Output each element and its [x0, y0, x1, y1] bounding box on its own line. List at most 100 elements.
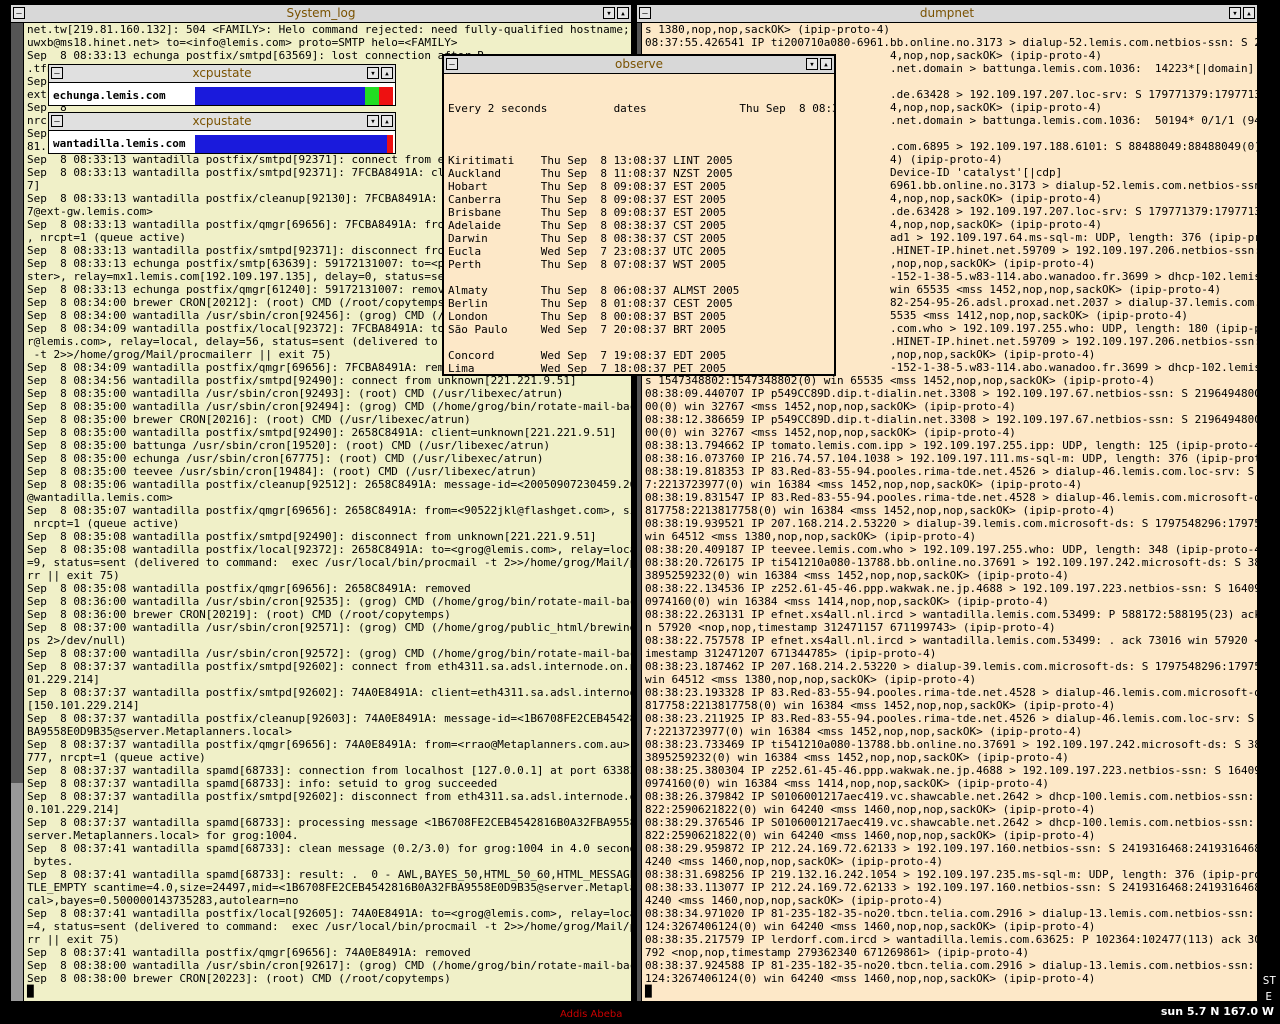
terminal-line: 08:38:35.217579 IP lerdorf.com.ircd > wa…	[645, 933, 1257, 946]
terminal-line: Sep 8 08:38:00 wantadilla /usr/sbin/cron…	[27, 959, 631, 972]
terminal-line: Darwin Thu Sep 8 08:38:37 CST 2005	[448, 232, 727, 245]
terminal-line: Sep 8 08:37:00 wantadilla /usr/sbin/cron…	[27, 621, 631, 634]
system-log-titlebar[interactable]: ― System_log ▾ ▴	[11, 5, 631, 23]
terminal-line: 0974160(0) win 16384 <mss 1414,nop,nop,s…	[645, 777, 1049, 790]
terminal-line: São Paulo Wed Sep 7 20:08:37 BRT 2005	[448, 323, 727, 336]
observe-output[interactable]: Every 2 seconds dates Thu Sep 8 08:38:37…	[446, 76, 834, 374]
terminal-line: Sep 8 08:36:00 wantadilla /usr/sbin/cron…	[27, 595, 631, 608]
terminal-line: Hobart Thu Sep 8 09:08:37 EST 2005	[448, 180, 727, 193]
terminal-line: 792 <nop,nop,timestamp 279362340 6712698…	[645, 946, 1030, 959]
terminal-line: TLE_EMPTY scantime=4.0,size=24497,mid=<1…	[27, 881, 631, 894]
terminal-line: Auckland Thu Sep 8 11:08:37 NZST 2005	[448, 167, 733, 180]
terminal-line: Sep 8 08:37:41 wantadilla spamd[68733]: …	[27, 842, 631, 855]
terminal-line: Sep 8 08:37:41 wantadilla spamd[68733]: …	[27, 868, 631, 881]
cpustate-titlebar[interactable]: ― xcpustate ▾ ▴	[49, 113, 395, 131]
terminal-line: 08:38:23.211925 IP 83.Red-83-55-94.poole…	[645, 712, 1257, 725]
maximize-icon[interactable]: ▴	[1243, 7, 1255, 19]
terminal-line: bytes.	[27, 855, 74, 868]
window-title: xcpustate	[192, 114, 252, 128]
window-title: dumpnet	[919, 6, 975, 20]
terminal-line: 08:38:23.733469 IP ti541210a080-13788.bb…	[645, 738, 1257, 751]
terminal-line: Canberra Thu Sep 8 09:08:37 EST 2005	[448, 193, 727, 206]
terminal-line: 08:38:23.193328 IP 83.Red-83-55-94.poole…	[645, 686, 1257, 699]
terminal-line: net.tw[219.81.160.132]: 504 <FAMILY>: He…	[27, 23, 631, 36]
cpustate-window-wantadilla[interactable]: ― xcpustate ▾ ▴ wantadilla.lemis.com	[48, 112, 396, 154]
maximize-icon[interactable]: ▴	[381, 67, 393, 79]
observe-window[interactable]: ― observe ▾ ▴ Every 2 seconds dates Thu …	[442, 54, 836, 376]
dumpnet-titlebar[interactable]: ― dumpnet ▾ ▴	[637, 5, 1257, 23]
window-title: xcpustate	[192, 66, 252, 80]
terminal-line: 08:38:25.380304 IP z252.61-45-46.ppp.wak…	[645, 764, 1257, 777]
terminal-line: 7:2213723977(0) win 16384 <mss 1452,nop,…	[645, 725, 1083, 738]
terminal-line: Sep 8 08:37:41 wantadilla postfix/qmgr[6…	[27, 946, 471, 959]
terminal-line: =4, status=sent (delivered to command: e…	[27, 920, 631, 933]
terminal-line: @wantadilla.lemis.com>	[27, 491, 173, 504]
maximize-icon[interactable]: ▴	[381, 115, 393, 127]
terminal-line: Perth Thu Sep 8 07:08:37 WST 2005	[448, 258, 727, 271]
terminal-line: 3895259232(0) win 16384 <mss 1452,nop,no…	[645, 751, 1069, 764]
maximize-icon[interactable]: ▴	[617, 7, 629, 19]
terminal-line: Lima Wed Sep 7 18:08:37 PET 2005	[448, 362, 727, 374]
cpu-red-segment	[379, 87, 393, 105]
cpu-load-bar	[195, 135, 393, 153]
terminal-line: Sep 8 08:36:00 brewer CRON[20219]: (root…	[27, 608, 451, 621]
cpu-load-bar	[195, 87, 393, 105]
terminal-line: 817758:2213817758(0) win 16384 <mss 1452…	[645, 699, 1116, 712]
terminal-line: =9, status=sent (delivered to command: e…	[27, 556, 631, 569]
terminal-line: imestamp 312471207 671344785> (ipip-prot…	[645, 647, 937, 660]
terminal-line: 08:38:22.757578 IP efnet.xs4all.nl.ircd …	[645, 634, 1257, 647]
terminal-line: 777, nrcpt=1 (queue active)	[27, 751, 206, 764]
terminal-line: 08:38:37.924588 IP 81-235-182-35-no20.tb…	[645, 959, 1257, 972]
cpustate-window-echunga[interactable]: ― xcpustate ▾ ▴ echunga.lemis.com	[48, 64, 396, 106]
terminal-line: 817758:2213817758(0) win 16384 <mss 1452…	[645, 504, 1116, 517]
terminal-line: Brisbane Thu Sep 8 09:08:37 EST 2005	[448, 206, 727, 219]
minimize-icon[interactable]: ▾	[1229, 7, 1241, 19]
cpu-red-segment	[387, 135, 393, 153]
edge-glyph: E	[1265, 990, 1272, 1003]
terminal-line: Sep 8 08:37:37 wantadilla postfix/cleanu…	[27, 712, 631, 725]
terminal-line: 08:38:09.440707 IP p549CC89D.dip.t-diali…	[645, 387, 1257, 400]
terminal-line: Sep 8 08:35:00 wantadilla /usr/sbin/cron…	[27, 400, 631, 413]
terminal-line: 0974160(0) win 16384 <mss 1414,nop,nop,s…	[645, 595, 1049, 608]
terminal-line: Sep 8 08:37:37 wantadilla postfix/smtpd[…	[27, 686, 631, 699]
terminal-line: 08:38:22.263131 IP efnet.xs4all.nl.ircd …	[645, 608, 1257, 621]
terminal-line: 08:38:20.726175 IP ti541210a080-13788.bb…	[645, 556, 1257, 569]
terminal-line: 08:38:29.376546 IP S0106001217aec419.vc.…	[645, 816, 1257, 829]
minimize-icon[interactable]: ▾	[603, 7, 615, 19]
terminal-line: Berlin Thu Sep 8 01:08:37 CEST 2005	[448, 297, 733, 310]
terminal-line: ps 2>/dev/null)	[27, 634, 127, 647]
terminal-line: 08:38:23.187462 IP 207.168.214.2.53220 >…	[645, 660, 1257, 673]
terminal-line: win 64512 <mss 1380,nop,nop,sackOK> (ipi…	[645, 530, 977, 543]
terminal-line: Sep 8 08:37:37 wantadilla postfix/smtpd[…	[27, 790, 631, 803]
terminal-line: 08:38:19.831547 IP 83.Red-83-55-94.poole…	[645, 491, 1257, 504]
terminal-line: █	[27, 985, 34, 998]
terminal-line: server.Metaplanners.local> for grog:1004…	[27, 829, 299, 842]
terminal-line: Sep 8 08:35:00 brewer CRON[20216]: (root…	[27, 413, 471, 426]
cpu-hostname: echunga.lemis.com	[53, 89, 166, 102]
terminal-line: Sep 8 08:37:41 wantadilla postfix/local[…	[27, 907, 631, 920]
terminal-line: 822:2590621822(0) win 64240 <mss 1460,no…	[645, 829, 1096, 842]
minimize-icon[interactable]: ▾	[806, 58, 818, 70]
terminal-line: 08:38:34.971020 IP 81-235-182-35-no20.tb…	[645, 907, 1257, 920]
cpu-row: echunga.lemis.com	[49, 83, 395, 105]
maximize-icon[interactable]: ▴	[820, 58, 832, 70]
terminal-line: 08:38:29.959872 IP 212.24.169.72.62133 >…	[645, 842, 1257, 855]
minimize-icon[interactable]: ▾	[367, 67, 379, 79]
scrollbar[interactable]	[11, 23, 24, 1001]
terminal-line: █	[645, 985, 652, 998]
terminal-line: 08:38:31.698256 IP 219.132.16.242.1054 >…	[645, 868, 1257, 881]
terminal-line: 7:2213723977(0) win 16384 <mss 1452,nop,…	[645, 478, 1083, 491]
minimize-icon[interactable]: ▾	[367, 115, 379, 127]
terminal-line: Sep 8 08:35:06 wantadilla postfix/cleanu…	[27, 478, 631, 491]
terminal-line: Sep 8 08:37:37 wantadilla postfix/qmgr[6…	[27, 738, 631, 751]
cpustate-titlebar[interactable]: ― xcpustate ▾ ▴	[49, 65, 395, 83]
terminal-line: Sep 8 08:38:00 brewer CRON[20223]: (root…	[27, 972, 451, 985]
terminal-line: Sep 8 08:37:37 wantadilla spamd[68733]: …	[27, 777, 498, 790]
observe-titlebar[interactable]: ― observe ▾ ▴	[444, 56, 834, 74]
terminal-line: n 57920 <nop,nop,timestamp 312471157 671…	[645, 621, 1056, 634]
terminal-line: Sep 8 08:35:00 echunga /usr/sbin/cron[67…	[27, 452, 544, 465]
terminal-line: 00(0) win 32767 <mss 1452,nop,nop,sackOK…	[645, 400, 1016, 413]
scrollbar-thumb[interactable]	[11, 783, 23, 1001]
